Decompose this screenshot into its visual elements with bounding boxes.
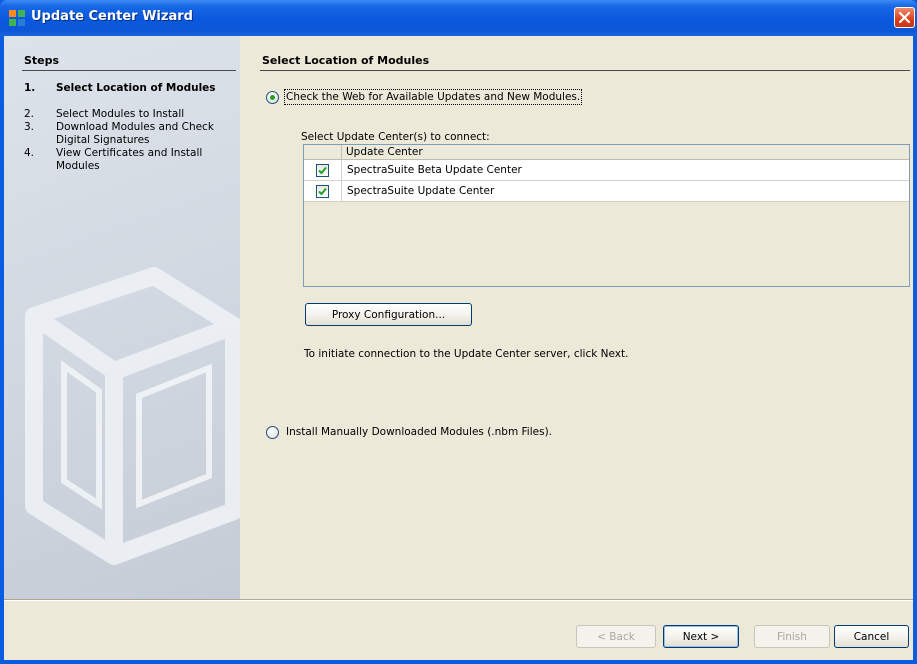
- finish-button[interactable]: Finish: [754, 625, 830, 648]
- steps-panel: Steps 1. Select Location of Modules 2. S…: [4, 36, 240, 599]
- main-panel: Select Location of Modules Check the Web…: [240, 36, 913, 599]
- update-center-name: SpectraSuite Beta Update Center: [347, 164, 522, 176]
- install-manual-radio[interactable]: [266, 426, 279, 439]
- cube-watermark-icon: [25, 267, 240, 565]
- steps-heading: Steps: [24, 54, 60, 67]
- check-web-radio[interactable]: [266, 91, 279, 104]
- table-header: Update Center: [304, 145, 909, 160]
- close-icon: [899, 12, 910, 23]
- netbeans-icon: [8, 9, 26, 27]
- table-row[interactable]: SpectraSuite Update Center: [304, 181, 909, 202]
- back-button[interactable]: < Back: [576, 625, 656, 648]
- proxy-configuration-button[interactable]: Proxy Configuration...: [305, 303, 472, 326]
- step-number: 4.: [24, 147, 35, 159]
- checkmark-icon: [318, 187, 327, 196]
- step-label: Select Location of Modules: [56, 82, 216, 94]
- divider: [22, 70, 236, 71]
- update-center-name: SpectraSuite Update Center: [347, 185, 495, 197]
- step-label: View Certificates and Install Modules: [56, 147, 203, 172]
- dialog-client: Steps 1. Select Location of Modules 2. S…: [4, 36, 913, 660]
- step-number: 3.: [24, 121, 35, 133]
- checkbox-cell: [304, 181, 342, 201]
- header-checkbox-column[interactable]: [304, 145, 342, 159]
- step-label: Download Modules and Check Digital Signa…: [56, 121, 214, 146]
- page-title: Select Location of Modules: [262, 54, 430, 67]
- step-number: 1.: [24, 82, 36, 94]
- checkmark-icon: [318, 166, 327, 175]
- title-bar[interactable]: Update Center Wizard: [0, 0, 917, 36]
- install-manual-label[interactable]: Install Manually Downloaded Modules (.nb…: [286, 426, 552, 438]
- radio-selected-dot: [270, 95, 275, 100]
- check-web-label[interactable]: Check the Web for Available Updates and …: [283, 89, 583, 105]
- update-center-checkbox[interactable]: [316, 164, 329, 177]
- table-row[interactable]: SpectraSuite Beta Update Center: [304, 160, 909, 181]
- divider: [4, 600, 913, 601]
- step-number: 2.: [24, 108, 35, 120]
- checkbox-cell: [304, 160, 342, 180]
- next-button[interactable]: Next >: [663, 625, 739, 648]
- update-center-checkbox[interactable]: [316, 185, 329, 198]
- close-button[interactable]: [894, 7, 915, 28]
- window-title: Update Center Wizard: [31, 9, 193, 24]
- column-header-update-center[interactable]: Update Center: [346, 146, 423, 158]
- wizard-window: Update Center Wizard Steps 1. Select Loc…: [0, 0, 917, 664]
- update-center-table: Update Center SpectraSuite Beta Update C…: [303, 144, 910, 287]
- cancel-button[interactable]: Cancel: [834, 625, 909, 648]
- connection-hint: To initiate connection to the Update Cen…: [304, 348, 629, 360]
- step-label: Select Modules to Install: [56, 108, 185, 120]
- divider: [260, 70, 910, 71]
- update-center-label: Select Update Center(s) to connect:: [301, 131, 490, 143]
